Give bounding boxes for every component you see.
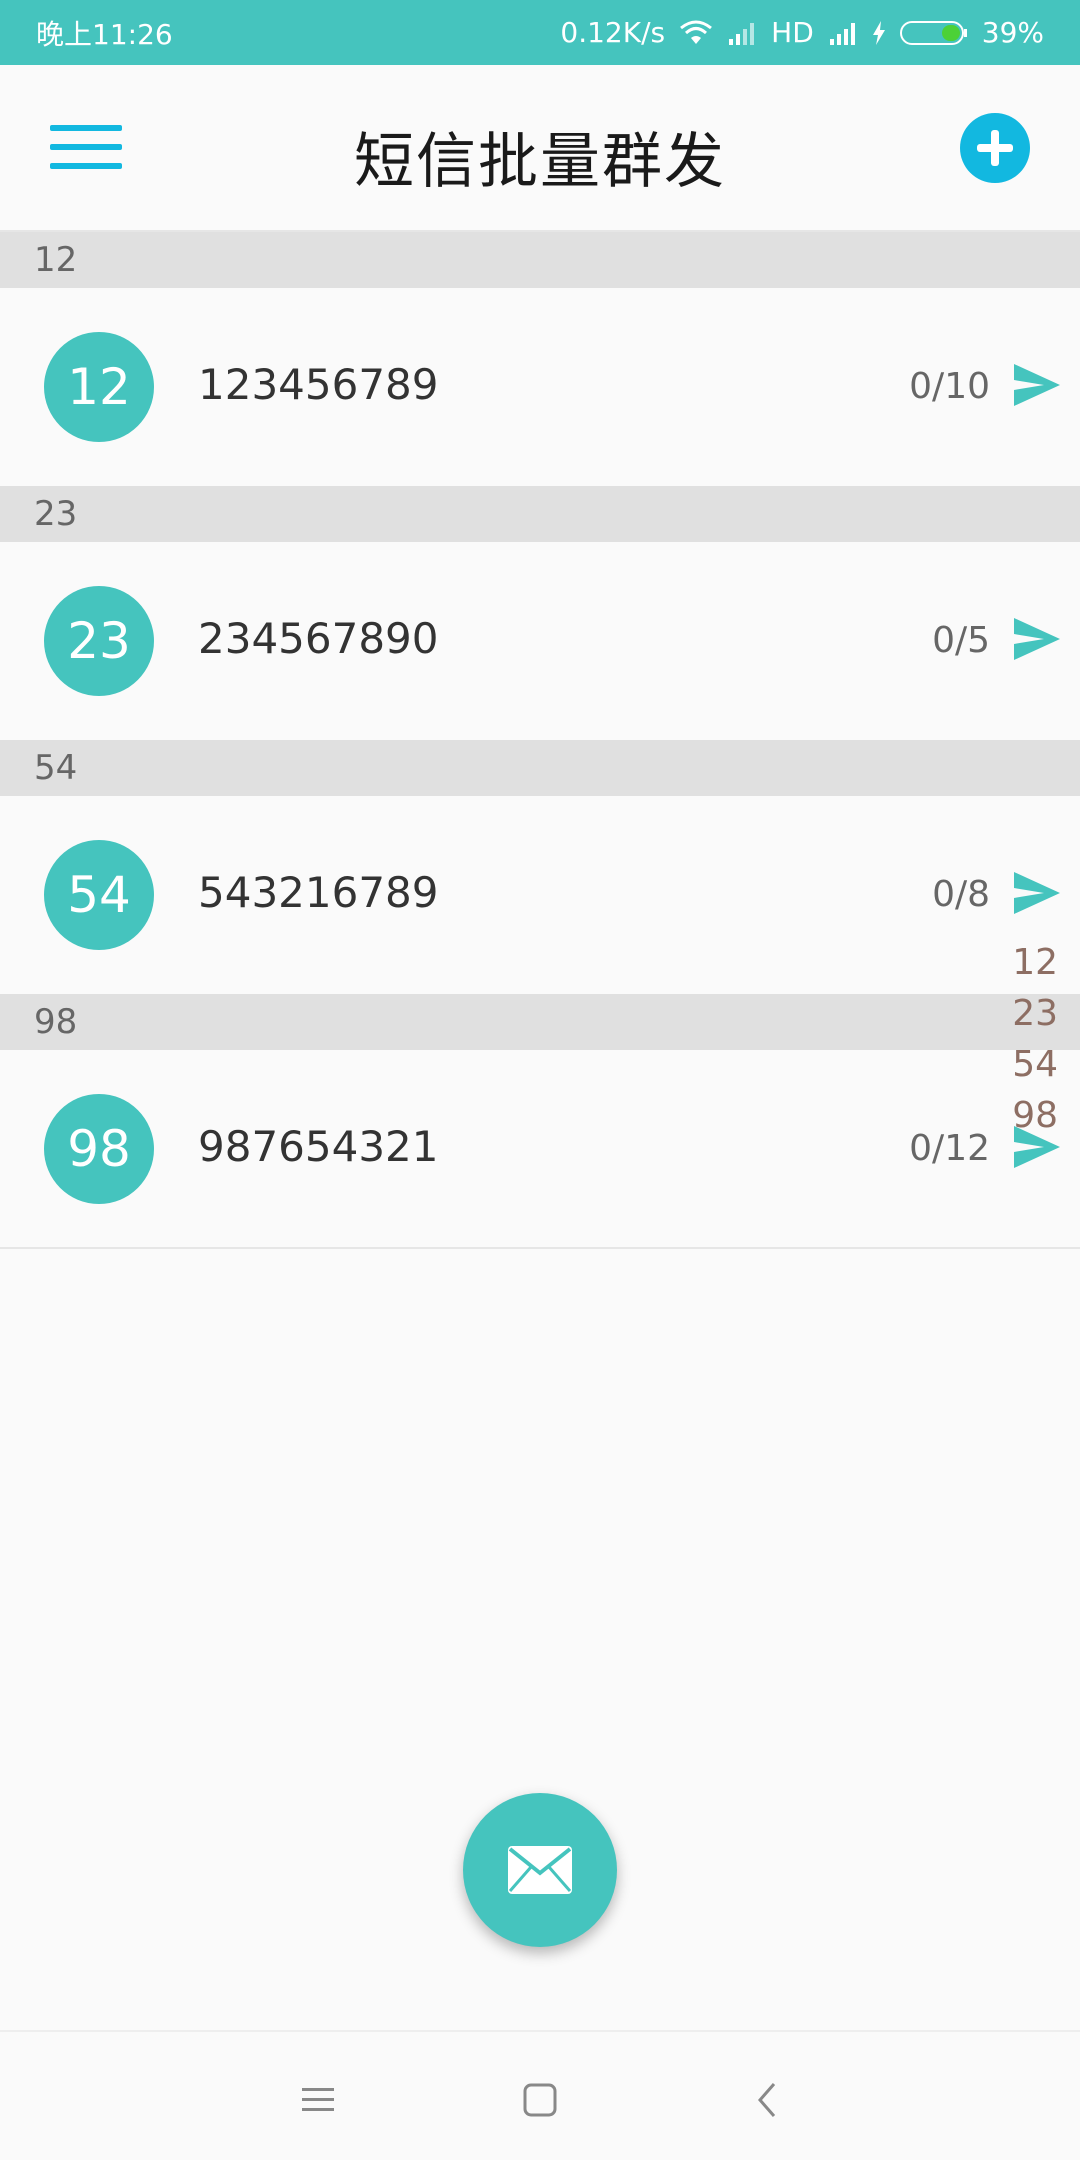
- list-item[interactable]: 23 234567890 0/5: [0, 542, 1080, 740]
- index-bar: 12 23 54 98: [1000, 942, 1080, 1146]
- phone-number: 234567890: [198, 614, 439, 663]
- index-item[interactable]: 54: [1000, 1044, 1080, 1095]
- status-bar: 晚上11:26 0.12K/s HD 39%: [0, 0, 1080, 65]
- phone-number: 123456789: [198, 360, 439, 409]
- battery-level: 39%: [981, 16, 1044, 49]
- network-speed: 0.12K/s: [560, 16, 666, 49]
- index-item[interactable]: 23: [1000, 993, 1080, 1044]
- index-item[interactable]: 98: [1000, 1095, 1080, 1146]
- status-icons: 0.12K/s HD 39%: [560, 16, 1044, 49]
- group-header: 54: [0, 740, 1080, 796]
- group-header: 23: [0, 486, 1080, 542]
- phone-number: 543216789: [198, 868, 439, 917]
- home-icon[interactable]: [510, 2070, 570, 2130]
- recent-apps-icon[interactable]: [288, 2070, 348, 2130]
- send-icon[interactable]: [1012, 614, 1062, 664]
- group-header: 98: [0, 994, 1080, 1050]
- list-item[interactable]: 98 987654321 0/12: [0, 1050, 1080, 1248]
- send-count: 0/12: [909, 1128, 990, 1169]
- add-icon[interactable]: [960, 113, 1030, 183]
- battery-icon: [899, 20, 968, 46]
- avatar: 23: [44, 586, 154, 696]
- page-title: 短信批量群发: [354, 127, 726, 197]
- list-divider: [0, 1247, 1080, 1249]
- group-header: 12: [0, 232, 1080, 288]
- status-time: 晚上11:26: [36, 17, 173, 51]
- send-icon[interactable]: [1012, 868, 1062, 918]
- back-icon[interactable]: [738, 2070, 798, 2130]
- list-item[interactable]: 12 123456789 0/10: [0, 288, 1080, 486]
- send-count: 0/5: [932, 620, 990, 661]
- send-count: 0/10: [909, 366, 990, 407]
- send-icon[interactable]: [1012, 360, 1062, 410]
- network-type: HD: [771, 16, 814, 49]
- avatar: 54: [44, 840, 154, 950]
- mail-icon: [508, 1846, 572, 1894]
- system-nav-bar: [0, 2030, 1080, 2160]
- signal-icon-1: [727, 21, 757, 45]
- avatar: 12: [44, 332, 154, 442]
- charging-icon: [872, 20, 886, 45]
- signal-icon-2: [828, 21, 858, 45]
- list-item[interactable]: 54 543216789 0/8: [0, 796, 1080, 994]
- index-item[interactable]: 12: [1000, 942, 1080, 993]
- toolbar: 短信批量群发: [0, 65, 1080, 232]
- send-count: 0/8: [932, 874, 990, 915]
- compose-message-button[interactable]: [463, 1793, 617, 1947]
- phone-number: 987654321: [198, 1122, 439, 1171]
- wifi-icon: [679, 20, 713, 46]
- avatar: 98: [44, 1094, 154, 1204]
